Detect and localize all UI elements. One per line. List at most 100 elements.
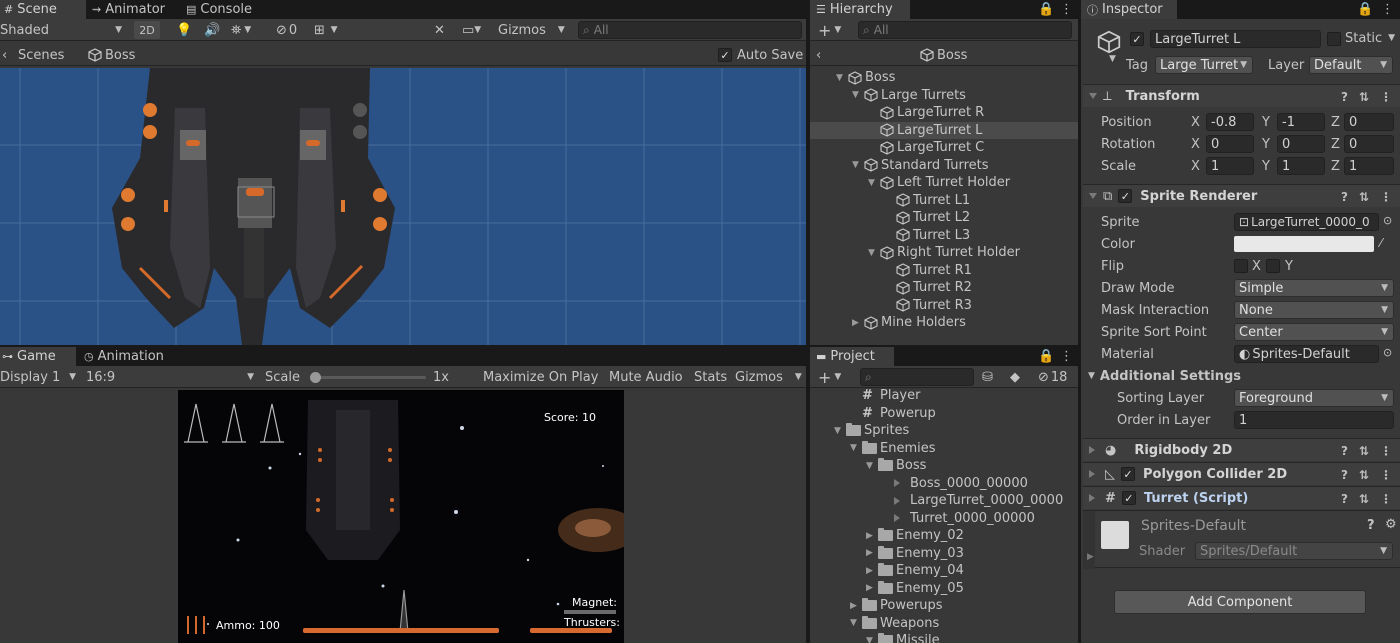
component-enabled-checkbox[interactable]: ✓ bbox=[1121, 467, 1135, 481]
lighting-icon[interactable]: 💡 bbox=[176, 19, 192, 41]
project-item[interactable]: ▼ Missile bbox=[810, 632, 1078, 643]
tab-hierarchy[interactable]: ☰ Hierarchy bbox=[810, 0, 910, 19]
project-item[interactable]: ▶ Enemy_04 bbox=[810, 562, 1078, 580]
axis-label-y[interactable]: Y bbox=[1262, 135, 1270, 153]
help-icon[interactable]: ? bbox=[1341, 90, 1348, 104]
sorting-layer-dropdown[interactable]: Foreground ▼ bbox=[1234, 389, 1394, 407]
expand-down-icon[interactable]: ▼ bbox=[850, 618, 862, 628]
back-arrow-icon[interactable]: ‹ bbox=[2, 44, 7, 66]
create-add-button[interactable]: + ▼ bbox=[818, 19, 841, 41]
shading-mode-dropdown[interactable]: Shaded ▼ bbox=[0, 19, 128, 41]
foldout-arrow-icon[interactable] bbox=[1089, 494, 1095, 502]
project-item[interactable]: ▼ Enemies bbox=[810, 440, 1078, 458]
add-component-button[interactable]: Add Component bbox=[1114, 590, 1366, 614]
hierarchy-search-input[interactable]: ⌕ All bbox=[858, 21, 1072, 39]
order-in-layer-field[interactable]: 1 bbox=[1234, 411, 1394, 429]
object-name-field[interactable]: LargeTurret L bbox=[1150, 30, 1321, 48]
axis-label-x[interactable]: X bbox=[1191, 157, 1200, 175]
auto-save-toggle[interactable]: ✓ Auto Save bbox=[718, 44, 803, 66]
additional-settings-foldout[interactable]: ▼ Additional Settings bbox=[1088, 367, 1241, 385]
preset-icon[interactable]: ⇅ bbox=[1359, 444, 1369, 458]
effects-icon[interactable]: ⛯ ▼ bbox=[231, 19, 251, 41]
foldout-arrow-icon[interactable] bbox=[1089, 193, 1097, 199]
help-icon[interactable]: ? bbox=[1341, 190, 1348, 204]
slider-thumb[interactable] bbox=[310, 372, 321, 383]
hierarchy-item[interactable]: ▼ Standard Turrets bbox=[810, 157, 1078, 175]
position-y-field[interactable]: -1 bbox=[1277, 113, 1325, 131]
object-picker-icon[interactable]: ⊙ bbox=[1383, 346, 1392, 359]
preset-icon[interactable]: ⇅ bbox=[1359, 468, 1369, 482]
eyedropper-icon[interactable]: ⁄ bbox=[1380, 236, 1382, 250]
context-menu-icon[interactable]: ⋮ bbox=[1380, 90, 1392, 104]
expand-down-icon[interactable]: ▼ bbox=[866, 636, 878, 643]
hidden-packages-icon[interactable]: ⊘ 18 bbox=[1038, 366, 1067, 388]
project-item[interactable]: ▼ Boss bbox=[810, 457, 1078, 475]
display-dropdown[interactable]: Display 1 ▼ bbox=[0, 366, 80, 388]
material-object-field[interactable]: ◐ Sprites-Default bbox=[1234, 345, 1379, 363]
help-icon[interactable]: ? bbox=[1341, 444, 1348, 458]
expand-right-icon[interactable]: ▶ bbox=[866, 583, 878, 593]
filter-label-icon[interactable]: ◆ bbox=[1010, 366, 1020, 388]
mask-interaction-dropdown[interactable]: None ▼ bbox=[1234, 301, 1394, 319]
expand-down-icon[interactable]: ▼ bbox=[866, 461, 878, 471]
axis-label-x[interactable]: X bbox=[1191, 135, 1200, 153]
expand-down-icon[interactable]: ▼ bbox=[834, 426, 846, 436]
gizmos-dropdown[interactable]: Gizmos ▼ bbox=[498, 19, 565, 41]
lock-icon[interactable]: 🔒 bbox=[1357, 0, 1373, 19]
back-arrow-icon[interactable]: ‹ bbox=[816, 44, 821, 66]
sprite-object-field[interactable]: ⊡ LargeTurret_0000_0 bbox=[1234, 213, 1379, 231]
checkbox[interactable]: ✓ bbox=[718, 48, 732, 62]
context-menu-icon[interactable]: ⋮ bbox=[1380, 190, 1392, 204]
sort-point-dropdown[interactable]: Center ▼ bbox=[1234, 323, 1394, 341]
rigidbody-2d-header[interactable]: ◕ Rigidbody 2D ? ⇅ ⋮ bbox=[1083, 438, 1400, 461]
stats-toggle[interactable]: Stats bbox=[694, 366, 727, 388]
tab-game[interactable]: ⊶ Game bbox=[0, 347, 76, 366]
context-menu-icon[interactable]: ⋮ bbox=[1380, 468, 1392, 482]
context-menu-icon[interactable]: ⋮ bbox=[1380, 492, 1392, 506]
tab-console[interactable]: ▤ Console bbox=[186, 0, 260, 19]
expand-down-icon[interactable]: ▼ bbox=[868, 178, 880, 188]
game-viewport[interactable]: Score: 10 Ammo: 100 Magnet: Thrusters: bbox=[0, 390, 806, 643]
axis-label-x[interactable]: X bbox=[1191, 113, 1200, 131]
scale-slider[interactable] bbox=[310, 372, 426, 383]
rotation-z-field[interactable]: 0 bbox=[1344, 135, 1394, 153]
chevron-down-icon[interactable]: ▼ bbox=[1388, 33, 1395, 43]
project-item[interactable]: ▼ Weapons bbox=[810, 615, 1078, 633]
tools-icon[interactable]: ✕ bbox=[434, 19, 445, 41]
rotation-x-field[interactable]: 0 bbox=[1206, 135, 1254, 153]
layer-dropdown[interactable]: Default ▼ bbox=[1309, 56, 1393, 74]
rotation-y-field[interactable]: 0 bbox=[1277, 135, 1325, 153]
tag-dropdown[interactable]: Large Turret ▼ bbox=[1155, 56, 1253, 74]
tab-scene[interactable]: # Scene bbox=[0, 0, 86, 19]
object-picker-icon[interactable]: ⊙ bbox=[1383, 214, 1392, 227]
expand-down-icon[interactable]: ▼ bbox=[852, 160, 864, 170]
expand-right-icon[interactable]: ▶ bbox=[866, 548, 878, 558]
hierarchy-item[interactable]: ▼ Boss bbox=[810, 69, 1078, 87]
position-x-field[interactable]: -0.8 bbox=[1206, 113, 1254, 131]
foldout-arrow-icon[interactable]: ▶ bbox=[1087, 552, 1094, 562]
polygon-collider-2d-header[interactable]: ◺ ✓ Polygon Collider 2D ? ⇅ ⋮ bbox=[1083, 462, 1400, 485]
gear-icon[interactable]: ⚙ bbox=[1385, 517, 1397, 532]
position-z-field[interactable]: 0 bbox=[1344, 113, 1394, 131]
help-icon[interactable]: ? bbox=[1367, 518, 1375, 533]
draw-mode-dropdown[interactable]: Simple ▼ bbox=[1234, 279, 1394, 297]
component-enabled-checkbox[interactable]: ✓ bbox=[1118, 189, 1133, 203]
help-icon[interactable]: ? bbox=[1341, 468, 1348, 482]
component-enabled-checkbox[interactable]: ✓ bbox=[1121, 491, 1136, 505]
expand-right-icon[interactable]: ▶ bbox=[852, 318, 864, 328]
shader-dropdown[interactable]: Sprites/Default ▼ bbox=[1195, 542, 1393, 560]
expand-down-icon[interactable]: ▼ bbox=[850, 443, 862, 453]
project-item[interactable]: # Player bbox=[810, 387, 1078, 405]
hierarchy-item[interactable]: ▼ Large Turrets bbox=[810, 87, 1078, 105]
active-checkbox[interactable]: ✓ bbox=[1130, 32, 1144, 46]
hierarchy-item[interactable]: ▶ Mine Holders bbox=[810, 314, 1078, 332]
project-item[interactable]: ▶ Enemy_03 bbox=[810, 545, 1078, 563]
gizmos-dropdown[interactable]: Gizmos ▼ bbox=[735, 366, 802, 388]
mute-audio-toggle[interactable]: Mute Audio bbox=[609, 366, 683, 388]
project-search-input[interactable]: ⌕ bbox=[860, 368, 974, 386]
project-item[interactable]: ▶ Enemy_02 bbox=[810, 527, 1078, 545]
scale-y-field[interactable]: 1 bbox=[1277, 157, 1325, 175]
lock-icon[interactable]: 🔒 bbox=[1038, 0, 1054, 19]
hierarchy-item[interactable]: Turret R1 bbox=[810, 262, 1078, 280]
expand-down-icon[interactable]: ▼ bbox=[852, 90, 864, 100]
